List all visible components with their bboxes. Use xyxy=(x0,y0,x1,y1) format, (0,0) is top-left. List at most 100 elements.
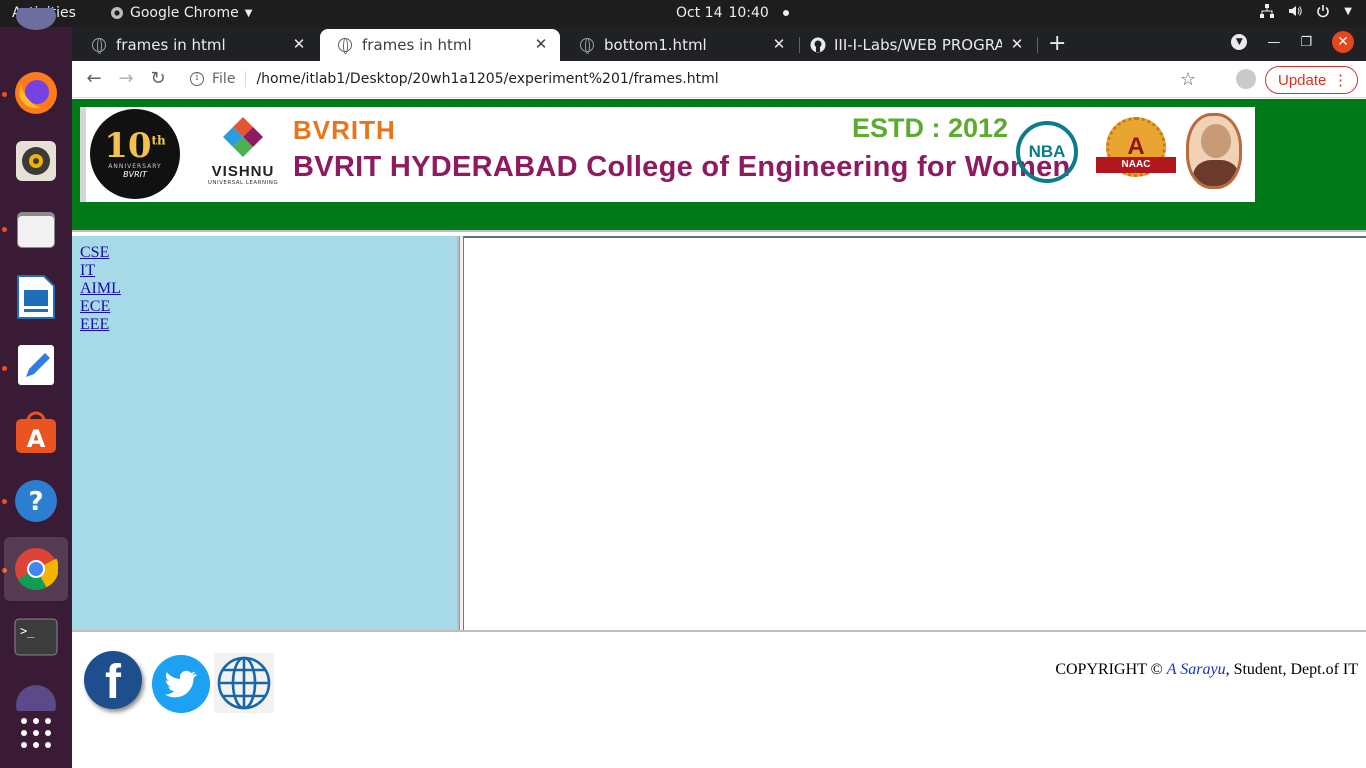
tab-bottom1[interactable]: bottom1.html ✕ xyxy=(562,29,798,61)
link-eee[interactable]: EEE xyxy=(80,316,457,334)
firefox-icon xyxy=(15,72,57,114)
vishnu-tagline: UNIVERSAL LEARNING xyxy=(207,180,279,186)
restore-icon[interactable]: ❐ xyxy=(1300,35,1312,50)
dock-item-firefox[interactable] xyxy=(4,61,68,125)
svg-text:?: ? xyxy=(28,487,43,517)
vishnu-mark-icon xyxy=(223,117,263,157)
dock-item-help[interactable]: ? xyxy=(4,469,68,533)
system-top-bar: Activities Google Chrome ▼ Oct 14 10:40 … xyxy=(0,0,1366,27)
short-name: BVRITH xyxy=(293,115,396,145)
address-bar[interactable]: i File /home/itlab1/Desktop/20wh1a1205/e… xyxy=(178,64,1212,94)
footer-frame: f COPYRIGHT © A Sarayu, Student, Dept.of… xyxy=(72,630,1366,768)
tab-title: III-I-Labs/WEB PROGRAM xyxy=(834,36,1002,54)
author-name: A Sarayu xyxy=(1166,661,1226,678)
dock-item-text-editor[interactable] xyxy=(4,333,68,397)
url-scheme: File xyxy=(212,71,247,87)
close-window-icon[interactable]: ✕ xyxy=(1332,31,1354,53)
close-icon[interactable]: ✕ xyxy=(290,35,308,53)
github-icon xyxy=(810,37,826,53)
college-banner: 10th ANNIVERSARY BVRIT VISHNU UNIVERSAL … xyxy=(80,107,1255,202)
dock-item-partial[interactable] xyxy=(4,0,68,49)
app-icon xyxy=(16,8,56,30)
link-ece[interactable]: ECE xyxy=(80,298,457,316)
tab-search-icon[interactable]: ▼ xyxy=(1231,34,1248,50)
established-year: ESTD : 2012 xyxy=(852,113,1009,143)
dock-item-files[interactable] xyxy=(4,197,68,261)
anniversary-brand: BVRIT xyxy=(123,170,147,179)
clock-time: 10:40 xyxy=(728,5,769,21)
link-cse[interactable]: CSE xyxy=(80,244,457,262)
power-icon xyxy=(1317,5,1330,18)
help-icon: ? xyxy=(15,480,57,522)
tab-frames-2[interactable]: frames in html ✕ xyxy=(320,29,560,61)
minimize-icon[interactable]: — xyxy=(1267,35,1280,50)
terminal-icon: >_ xyxy=(14,618,58,656)
globe-icon xyxy=(580,38,594,54)
tab-separator xyxy=(1037,37,1038,53)
dock-item-rhythmbox[interactable] xyxy=(4,129,68,193)
content-frame xyxy=(464,236,1366,630)
network-icon xyxy=(1260,4,1275,18)
info-icon[interactable]: i xyxy=(190,72,204,86)
globe-icon xyxy=(217,656,271,710)
copyright-prefix: COPYRIGHT © xyxy=(1055,661,1167,678)
reload-icon[interactable]: ↻ xyxy=(146,68,170,89)
show-applications-button[interactable] xyxy=(4,701,68,765)
dock: A ? >_ xyxy=(0,8,72,768)
dock-item-software[interactable]: A xyxy=(4,401,68,465)
copyright-text: COPYRIGHT © A Sarayu, Student, Dept.of I… xyxy=(1055,661,1358,679)
volume-icon xyxy=(1289,6,1303,16)
profile-avatar-icon[interactable] xyxy=(1236,69,1256,89)
tab-frames-1[interactable]: frames in html ✕ xyxy=(74,29,318,61)
pencil-icon xyxy=(18,345,54,385)
back-icon[interactable]: ← xyxy=(82,68,106,89)
chrome-icon xyxy=(15,548,58,591)
close-icon[interactable]: ✕ xyxy=(1008,35,1026,53)
nba-text: NBA xyxy=(1028,142,1066,161)
close-icon[interactable]: ✕ xyxy=(770,35,788,53)
bookmark-star-icon[interactable]: ☆ xyxy=(1180,69,1196,90)
link-aiml[interactable]: AIML xyxy=(80,280,457,298)
forward-icon[interactable]: → xyxy=(114,68,138,89)
speaker-icon xyxy=(16,141,56,181)
browser-toolbar: ← → ↻ i File /home/itlab1/Desktop/20wh1a… xyxy=(72,61,1366,98)
naac-label: NAAC xyxy=(1096,157,1176,173)
app-menu-label: Google Chrome xyxy=(130,5,239,21)
close-icon[interactable]: ✕ xyxy=(532,35,550,53)
document-icon xyxy=(17,275,55,319)
vishnu-name: VISHNU xyxy=(211,163,275,180)
tab-title: frames in html xyxy=(116,36,226,54)
portrait-head xyxy=(1201,124,1231,158)
update-button[interactable]: Update ⋮ xyxy=(1265,66,1358,94)
naac-seal: A NAAC xyxy=(1096,117,1176,187)
nba-logo: NBA xyxy=(1016,121,1078,183)
founder-portrait xyxy=(1186,113,1242,189)
twitter-icon[interactable] xyxy=(152,655,210,713)
update-label: Update xyxy=(1278,71,1327,89)
clock-date: Oct 14 xyxy=(676,5,723,21)
page-viewport: 10th ANNIVERSARY BVRIT VISHNU UNIVERSAL … xyxy=(72,99,1366,768)
link-it[interactable]: IT xyxy=(80,262,457,280)
tab-title: bottom1.html xyxy=(604,36,707,54)
more-vert-icon[interactable]: ⋮ xyxy=(1333,71,1348,89)
system-tray[interactable]: ▼ xyxy=(1260,4,1352,18)
chevron-down-icon: ▼ xyxy=(244,7,253,19)
header-frame: 10th ANNIVERSARY BVRIT VISHNU UNIVERSAL … xyxy=(72,99,1366,232)
dock-item-chrome[interactable] xyxy=(4,537,68,601)
tab-github[interactable]: III-I-Labs/WEB PROGRAM ✕ xyxy=(800,29,1036,61)
clock[interactable]: Oct 14 10:40 xyxy=(676,5,789,21)
chrome-small-icon xyxy=(111,7,123,19)
college-name: BVRIT HYDERABAD College of Engineering f… xyxy=(293,151,1071,183)
tab-title: frames in html xyxy=(362,36,472,54)
dock-item-impress[interactable] xyxy=(4,265,68,329)
dock-item-terminal[interactable]: >_ xyxy=(4,605,68,669)
tab-strip: frames in html ✕ frames in html ✕ bottom… xyxy=(72,27,1366,61)
url-text[interactable]: /home/itlab1/Desktop/20wh1a1205/experime… xyxy=(256,71,718,87)
window-controls: ▼ — ❐ ✕ xyxy=(1231,31,1354,53)
website-globe-icon[interactable] xyxy=(214,653,274,713)
new-tab-button[interactable]: + xyxy=(1048,31,1066,56)
anniversary-number: 10th xyxy=(104,126,166,166)
svg-text:>_: >_ xyxy=(20,624,35,638)
facebook-icon[interactable]: f xyxy=(84,651,142,709)
app-menu[interactable]: Google Chrome ▼ xyxy=(110,5,252,21)
